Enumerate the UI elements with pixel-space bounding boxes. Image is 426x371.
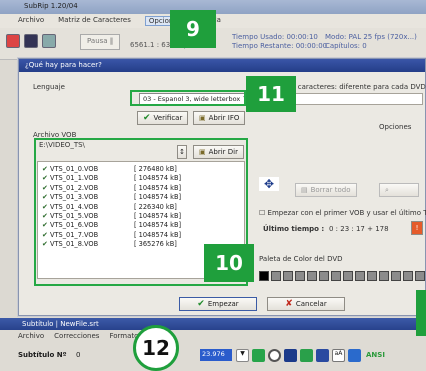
subtitle-no-label: Subtítulo Nº (18, 351, 67, 359)
start-with-label: Empezar con el primer VOB y usar el últi… (267, 209, 426, 217)
screen: SubRip 1.20/04 Archivo Matriz de Caracte… (0, 0, 426, 371)
shirt-icon[interactable] (348, 349, 361, 362)
pause-button[interactable]: Pausa ‖ (80, 34, 121, 50)
subtitle-window: Subtítulo | NewFile.srt Archivo Correcci… (0, 318, 426, 371)
verify-label: Verificar (153, 114, 183, 122)
encoding-label: ANSI (366, 351, 385, 359)
open-ifo-label: Abrir IFO (208, 114, 240, 122)
palette-swatch[interactable] (367, 271, 377, 281)
film-icon[interactable] (24, 34, 38, 48)
start-label: Empezar (207, 300, 239, 308)
callout-edge (416, 290, 426, 336)
subtitle-menubar: Archivo Correcciones Formato (0, 330, 426, 342)
verify-button[interactable]: ✔ Verificar (137, 111, 189, 125)
time-used: Tiempo Usado: 00:00:10 (232, 33, 318, 41)
search-icon: ⌕ (385, 185, 389, 194)
app-title: SubRip 1.20/04 (24, 2, 78, 10)
palette-swatch[interactable] (307, 271, 317, 281)
last-time-value[interactable]: 0 : 23 : 17 + 178 (329, 225, 389, 233)
cancel-label: Cancelar (295, 300, 327, 308)
puzzle-icon[interactable]: ✥ (259, 177, 280, 191)
dialog-title: ¿Qué hay para hacer? (19, 59, 425, 72)
remove-icon: ▤ (301, 186, 308, 194)
save-icon[interactable] (252, 349, 265, 362)
chapters: Capítulos: 0 (325, 42, 367, 50)
palette-swatch[interactable] (295, 271, 305, 281)
palette-swatch[interactable] (331, 271, 341, 281)
menu-archivo[interactable]: Archivo (18, 16, 44, 26)
puzzle-icon[interactable] (284, 349, 297, 362)
palette-swatch[interactable] (391, 271, 401, 281)
subtitle-no-value: 0 (76, 351, 81, 359)
open-ifo-button[interactable]: ▣ Abrir IFO (193, 111, 246, 125)
callout-10: 10 (204, 244, 254, 282)
palette-swatch[interactable] (283, 271, 293, 281)
clock-icon[interactable] (268, 349, 281, 362)
search-button[interactable]: ⌕ (379, 183, 419, 197)
close-icon: ✘ (285, 299, 293, 309)
palette-swatch[interactable] (379, 271, 389, 281)
start-with-option[interactable]: ☐ Empezar con el primer VOB y usar el úl… (259, 209, 426, 217)
palette-swatch[interactable] (415, 271, 425, 281)
warning-button[interactable]: ! (411, 221, 423, 235)
no-icon[interactable] (300, 349, 313, 362)
font-icon[interactable]: aA (332, 349, 345, 362)
disk-icon[interactable] (316, 349, 329, 362)
palette-swatch[interactable] (259, 271, 269, 281)
cancel-button[interactable]: ✘ Cancelar (267, 297, 345, 311)
video-mode: Modo: PAL 25 fps (720x...) (325, 33, 417, 41)
language-highlight-frame (130, 90, 246, 106)
remove-all-button[interactable]: ▤ Borrar todo (295, 183, 357, 197)
palette-swatch[interactable] (403, 271, 413, 281)
fps-select[interactable]: 23.976 (200, 349, 232, 361)
callout-9: 9 (170, 10, 216, 48)
time-left: Tiempo Restante: 00:00:00 (232, 42, 328, 50)
grid-icon[interactable] (42, 34, 56, 48)
vob-icon[interactable] (6, 34, 20, 48)
palette-swatch[interactable] (343, 271, 353, 281)
last-time-label: Último tiempo : (263, 225, 325, 233)
remove-all-label: Borrar todo (310, 186, 351, 194)
palette-swatch[interactable] (271, 271, 281, 281)
folder-icon: ▣ (199, 114, 206, 122)
check-icon: ✔ (143, 113, 151, 123)
start-button[interactable]: ✔ Empezar (179, 297, 257, 311)
check-icon: ✔ (197, 299, 205, 309)
subtitle-toolbar: Subtítulo Nº 0 23.976 ▼ aA ANSI (0, 342, 426, 368)
menu-matriz[interactable]: Matriz de Caracteres (58, 16, 131, 26)
language-label: Lenguaje (33, 83, 65, 91)
callout-11: 11 (246, 76, 296, 112)
callout-12: 12 (133, 325, 179, 371)
sub-menu-correcciones[interactable]: Correcciones (54, 332, 99, 340)
palette-swatch[interactable] (355, 271, 365, 281)
sub-menu-archivo[interactable]: Archivo (18, 332, 44, 340)
dropdown-arrow-icon[interactable]: ▼ (236, 349, 249, 362)
start-with-checkbox[interactable]: ☐ (259, 209, 265, 217)
palette-swatch[interactable] (319, 271, 329, 281)
subtitle-window-title: Subtítulo | NewFile.srt (0, 318, 426, 330)
options-label: Opciones (379, 123, 412, 131)
palette-label: Paleta de Color del DVD (259, 255, 343, 263)
